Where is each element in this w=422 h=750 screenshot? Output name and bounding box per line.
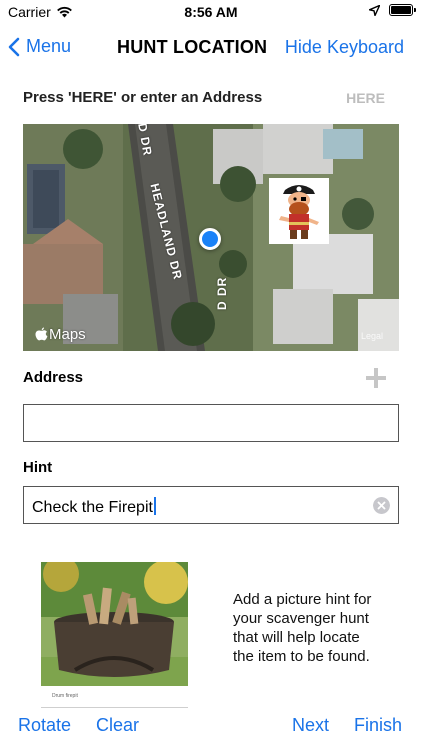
- rotate-button[interactable]: Rotate: [18, 715, 71, 736]
- status-right: [369, 4, 416, 16]
- photo-caption: Drum firepit: [52, 693, 78, 699]
- current-location-dot: [199, 228, 221, 250]
- bottom-toolbar: Rotate Clear Next Finish: [0, 712, 422, 750]
- road-label: D DR: [215, 276, 229, 310]
- clear-button[interactable]: Clear: [96, 715, 139, 736]
- hint-label: Hint: [23, 459, 53, 476]
- battery-icon: [389, 4, 416, 16]
- hint-input[interactable]: Check the Firepit: [23, 486, 399, 524]
- back-label: Menu: [26, 36, 72, 56]
- plus-icon[interactable]: [363, 365, 389, 391]
- maps-logo-text: Maps: [49, 326, 86, 343]
- picture-hint-instructions: Add a picture hint for your scavenger hu…: [233, 591, 372, 665]
- finish-button[interactable]: Finish: [354, 715, 402, 736]
- clear-text-icon[interactable]: [373, 497, 390, 514]
- divider: [41, 707, 188, 708]
- pirate-icon[interactable]: [269, 178, 329, 244]
- clock: 8:56 AM: [184, 4, 238, 20]
- page-title: HUNT LOCATION: [117, 37, 268, 57]
- apple-icon: [35, 327, 48, 341]
- hint-photo[interactable]: [41, 562, 188, 686]
- location-arrow-icon: [369, 4, 380, 16]
- here-button[interactable]: HERE: [346, 90, 385, 106]
- firepit-image: [41, 562, 188, 686]
- address-label: Address: [23, 369, 84, 386]
- navigation-bar: Menu HUNT LOCATION Hide Keyboard: [0, 30, 422, 66]
- hide-keyboard-button[interactable]: Hide Keyboard: [285, 37, 404, 58]
- maps-logo: Maps: [35, 326, 86, 343]
- next-button[interactable]: Next: [292, 715, 329, 736]
- status-bar: Carrier 8:56 AM: [0, 0, 422, 26]
- map-view[interactable]: D DR HEADLAND DR D DR Maps Legal: [23, 124, 399, 351]
- text-caret: [153, 497, 156, 515]
- location-prompt: Press 'HERE' or enter an Address: [23, 89, 263, 106]
- hint-input-value: Check the Firepit: [32, 497, 156, 517]
- address-input[interactable]: [23, 404, 399, 442]
- legal-link[interactable]: Legal: [361, 331, 383, 341]
- back-button[interactable]: Menu: [8, 36, 71, 57]
- chevron-left-icon: [8, 37, 20, 56]
